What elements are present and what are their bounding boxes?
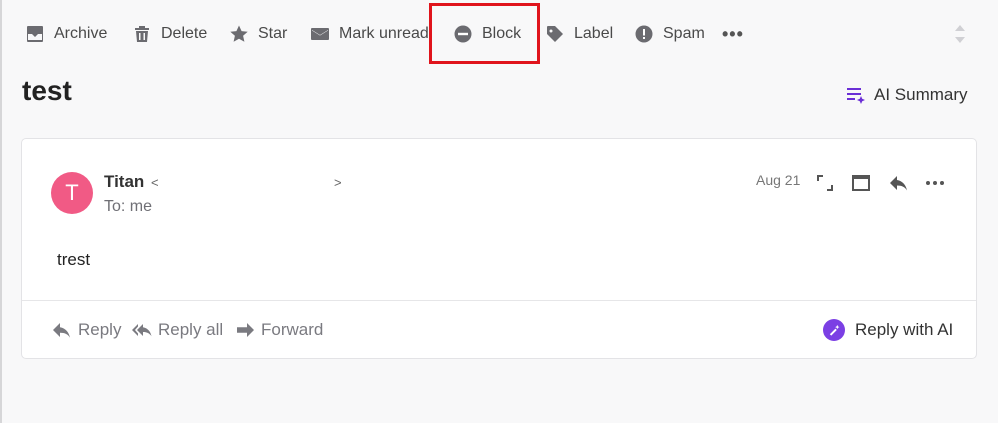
sender-address-close: >	[334, 175, 342, 190]
reply-icon	[53, 323, 70, 338]
forward-icon	[237, 323, 254, 337]
reply-with-ai-label: Reply with AI	[855, 320, 954, 339]
message-more-icon[interactable]	[924, 172, 946, 194]
label-button[interactable]: Label	[545, 20, 613, 48]
more-icon: •••	[722, 23, 744, 44]
archive-icon	[27, 26, 43, 42]
recipient-line[interactable]: To: me	[104, 198, 152, 216]
trash-icon	[135, 26, 149, 42]
ai-icon	[823, 319, 845, 341]
message-body: trest	[57, 250, 91, 269]
star-icon	[230, 25, 248, 42]
avatar-initial: T	[65, 180, 79, 205]
forward-label: Forward	[261, 320, 324, 339]
ai-summary-button[interactable]: AI Summary	[846, 85, 968, 105]
reply-with-ai-button[interactable]: Reply with AI	[823, 319, 953, 341]
star-button[interactable]: Star	[229, 20, 287, 48]
envelope-icon	[311, 28, 329, 40]
archive-button[interactable]: Archive	[25, 20, 107, 48]
label-label: Label	[574, 25, 614, 42]
mark-unread-button[interactable]: Mark unread	[310, 20, 429, 48]
avatar: T	[51, 172, 93, 214]
spam-button[interactable]: Spam	[634, 20, 705, 48]
spam-icon	[635, 25, 653, 43]
ai-summary-label: AI Summary	[874, 85, 968, 104]
toolbar: Archive Delete Star Mark unread Block La…	[0, 0, 998, 68]
sender-name[interactable]: Titan	[104, 172, 144, 192]
expand-icon[interactable]	[814, 172, 836, 194]
reply-icon[interactable]	[888, 172, 910, 194]
reply-all-button[interactable]: Reply all	[132, 320, 223, 340]
archive-label: Archive	[54, 25, 108, 42]
divider	[22, 300, 976, 301]
block-label: Block	[482, 25, 522, 42]
sort-icon[interactable]	[950, 22, 970, 46]
delete-button[interactable]: Delete	[132, 20, 207, 48]
block-icon	[454, 25, 472, 43]
tag-icon	[547, 26, 563, 42]
reply-label: Reply	[78, 320, 122, 339]
reply-all-icon	[132, 324, 152, 337]
more-actions-button[interactable]: •••	[722, 20, 744, 48]
reply-button[interactable]: Reply	[52, 320, 121, 340]
email-subject: test	[22, 75, 72, 106]
reply-all-label: Reply all	[158, 320, 224, 339]
message-card: T Titan < > To: me Aug 21 trest Reply Re…	[21, 138, 977, 359]
popout-icon[interactable]	[850, 172, 872, 194]
mark-unread-label: Mark unread	[339, 25, 429, 42]
block-button[interactable]: Block	[453, 20, 521, 48]
message-date: Aug 21	[756, 172, 801, 188]
star-label: Star	[258, 25, 288, 42]
spam-label: Spam	[663, 25, 705, 42]
delete-label: Delete	[161, 25, 208, 42]
ai-summary-icon	[847, 88, 865, 104]
forward-button[interactable]: Forward	[235, 320, 323, 340]
sender-address-open: <	[151, 175, 159, 190]
